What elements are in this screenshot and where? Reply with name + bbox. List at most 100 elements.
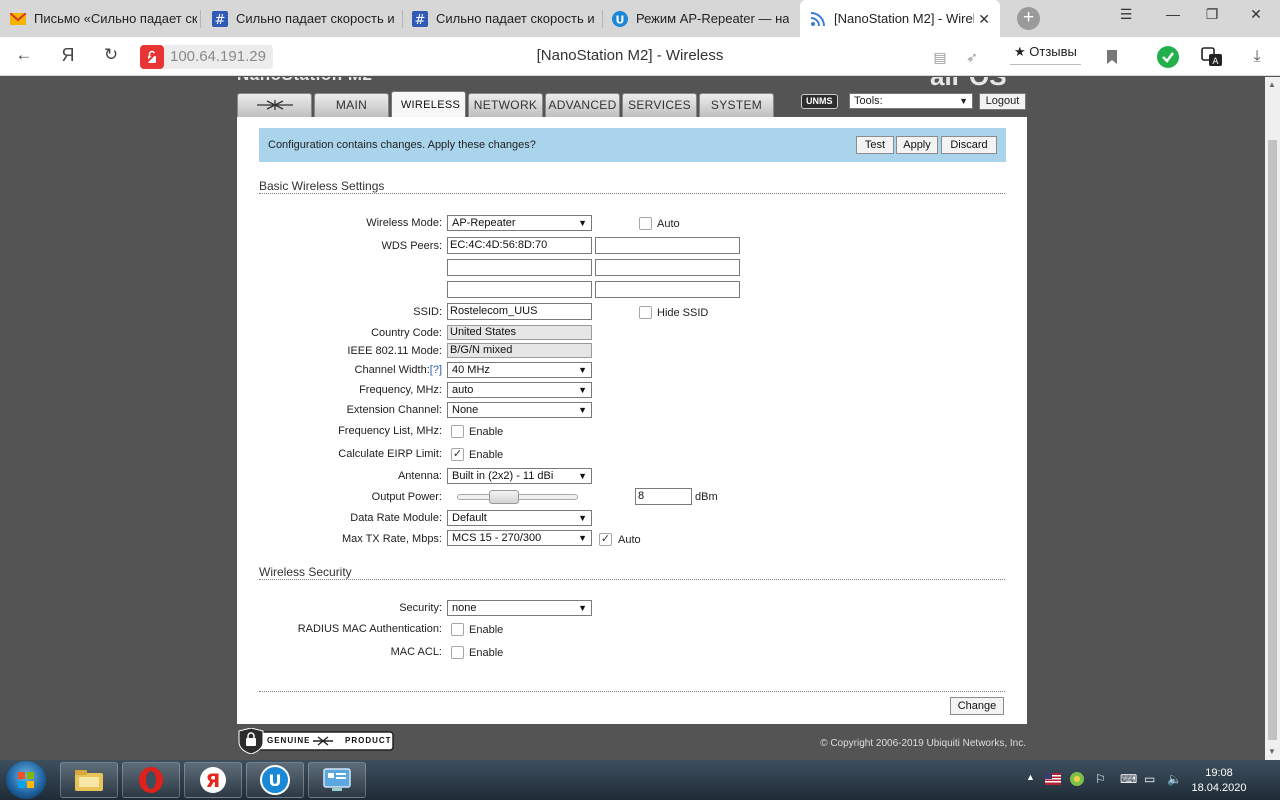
ssid-input[interactable]: Rostelecom_UUS <box>447 303 592 320</box>
browser-tab-forum-2[interactable]: # Сильно падает скорость и <box>402 0 600 37</box>
mac-acl-enable-label: Enable <box>469 647 504 659</box>
basic-wireless-settings-heading: Basic Wireless Settings <box>259 179 385 193</box>
mac-acl-label: MAC ACL: <box>390 646 442 658</box>
close-window-icon[interactable]: ✕ <box>1243 6 1269 23</box>
chevron-down-icon: ▼ <box>959 96 968 106</box>
frequency-list-checkbox[interactable] <box>451 425 464 438</box>
scroll-up-icon[interactable]: ▲ <box>1268 80 1276 89</box>
browser-tab-ui-help[interactable]: U Режим AP-Repeater — на <box>602 0 800 37</box>
page-title: [NanoStation M2] - Wireless <box>536 47 724 64</box>
opera-icon <box>139 767 163 793</box>
tab-advanced[interactable]: ADVANCED <box>545 93 620 117</box>
tray-app-icon[interactable] <box>1069 771 1085 790</box>
extension-channel-select[interactable]: None ▼ <box>447 402 592 418</box>
hide-ssid-checkbox[interactable] <box>639 306 652 319</box>
hash-icon: # <box>412 10 428 27</box>
taskbar-control-panel[interactable] <box>308 762 366 798</box>
network-warning-icon[interactable]: ⚐ <box>1095 772 1106 786</box>
tab-main[interactable]: MAIN <box>314 93 389 117</box>
yandex-logo-icon[interactable]: Я <box>56 45 80 66</box>
channel-width-value: 40 MHz <box>452 364 490 376</box>
download-icon[interactable]: ⤓ <box>1245 45 1269 69</box>
wds-peer-1-input[interactable]: EC:4C:4D:56:8D:70 <box>447 237 592 254</box>
change-button[interactable]: Change <box>950 697 1004 715</box>
unsafe-connection-icon[interactable] <box>140 45 164 69</box>
page-scrollbar[interactable]: ▲ ▼ <box>1265 77 1280 760</box>
output-power-slider-thumb[interactable] <box>489 490 519 504</box>
logout-button[interactable]: Logout <box>979 93 1026 110</box>
product-label: PRODUCT <box>345 736 392 745</box>
frequency-select[interactable]: auto ▼ <box>447 382 592 398</box>
output-power-input[interactable]: 8 <box>635 488 692 505</box>
test-button[interactable]: Test <box>856 136 894 154</box>
tab-title: Сильно падает скорость и <box>436 11 595 26</box>
scroll-down-icon[interactable]: ▼ <box>1268 747 1276 756</box>
unms-badge[interactable]: UNMS <box>801 94 838 109</box>
data-rate-module-label: Data Rate Module: <box>350 512 442 524</box>
usb-icon[interactable]: ⌨ <box>1120 772 1137 786</box>
discard-button[interactable]: Discard <box>941 136 997 154</box>
close-tab-icon[interactable]: ✕ <box>978 11 990 28</box>
wds-peer-3-input[interactable] <box>447 259 592 276</box>
browser-tab-mail[interactable]: Письмо «Сильно падает скорость и <box>0 0 197 37</box>
max-tx-rate-select[interactable]: MCS 15 - 270/300 ▼ <box>447 530 592 546</box>
check-extension-icon[interactable] <box>1156 45 1180 69</box>
channel-width-select[interactable]: 40 MHz ▼ <box>447 362 592 378</box>
max-tx-auto-checkbox[interactable]: ✓ <box>599 533 612 546</box>
channel-width-help-link[interactable]: [?] <box>430 364 442 376</box>
tab-services[interactable]: SERVICES <box>622 93 697 117</box>
wds-peer-4-input[interactable] <box>595 259 740 276</box>
back-arrow-icon[interactable]: ← <box>12 45 36 65</box>
antenna-select[interactable]: Built in (2x2) - 11 dBi ▼ <box>447 468 592 484</box>
section-divider <box>259 691 1005 692</box>
action-center-icon[interactable]: ▭ <box>1144 772 1155 786</box>
clock-time: 19:08 <box>1205 767 1233 779</box>
language-flag-icon[interactable] <box>1045 773 1061 788</box>
calc-eirp-checkbox[interactable]: ✓ <box>451 448 464 461</box>
bookmark-icon[interactable] <box>1100 45 1124 69</box>
reload-icon[interactable]: ↻ <box>99 45 123 65</box>
volume-icon[interactable]: 🔈 <box>1167 772 1182 786</box>
rocket-icon[interactable]: ➶ <box>960 45 984 69</box>
extension-channel-label: Extension Channel: <box>346 404 442 416</box>
auto-mode-checkbox[interactable] <box>639 217 652 230</box>
translate-extension-icon[interactable]: A <box>1200 45 1224 69</box>
frequency-value: auto <box>452 384 474 396</box>
minimize-icon[interactable]: — <box>1160 6 1186 22</box>
taskbar-explorer[interactable] <box>60 762 118 798</box>
tab-network[interactable]: NETWORK <box>468 93 543 117</box>
windows-logo-icon <box>18 772 34 788</box>
browser-tab-forum-1[interactable]: # Сильно падает скорость и <box>202 0 400 37</box>
tab-wireless[interactable]: WIRELESS <box>391 91 466 118</box>
apply-button[interactable]: Apply <box>896 136 938 154</box>
antenna-label: Antenna: <box>397 470 442 482</box>
tab-ubiquiti-logo[interactable] <box>237 93 312 117</box>
reviews-button[interactable]: ★ Отзывы <box>1010 43 1081 65</box>
url-field[interactable]: 100.64.191.29 <box>164 45 273 69</box>
taskbar-yandex-browser[interactable]: Я <box>184 762 242 798</box>
tools-select[interactable]: Tools: ▼ <box>849 93 973 109</box>
show-hidden-icons-icon[interactable]: ▲ <box>1026 772 1035 782</box>
max-tx-rate-value: MCS 15 - 270/300 <box>452 532 542 544</box>
data-rate-module-select[interactable]: Default ▼ <box>447 510 592 526</box>
tab-system[interactable]: SYSTEM <box>699 93 774 117</box>
start-button[interactable] <box>6 761 46 799</box>
restore-icon[interactable]: ❐ <box>1199 6 1225 23</box>
new-tab-button[interactable]: + <box>1017 7 1040 30</box>
section-divider <box>259 579 1005 580</box>
wireless-mode-select[interactable]: AP-Repeater ▼ <box>447 215 592 231</box>
mac-acl-checkbox[interactable] <box>451 646 464 659</box>
taskbar-opera[interactable] <box>122 762 180 798</box>
scrollbar-thumb[interactable] <box>1268 140 1277 740</box>
taskbar-ubiquiti-app[interactable]: U <box>246 762 304 798</box>
wds-peer-5-input[interactable] <box>447 281 592 298</box>
reader-mode-icon[interactable]: ▤ <box>928 45 952 69</box>
browser-tab-bar: Письмо «Сильно падает скорость и # Сильн… <box>0 0 1280 37</box>
wds-peer-2-input[interactable] <box>595 237 740 254</box>
browser-tab-active[interactable]: [NanoStation M2] - Wireless ✕ <box>800 0 1000 37</box>
security-select[interactable]: none ▼ <box>447 600 592 616</box>
system-clock[interactable]: 19:08 18.04.2020 <box>1189 766 1249 796</box>
radius-mac-auth-checkbox[interactable] <box>451 623 464 636</box>
wds-peer-6-input[interactable] <box>595 281 740 298</box>
menu-icon[interactable]: ☰ <box>1113 6 1139 23</box>
